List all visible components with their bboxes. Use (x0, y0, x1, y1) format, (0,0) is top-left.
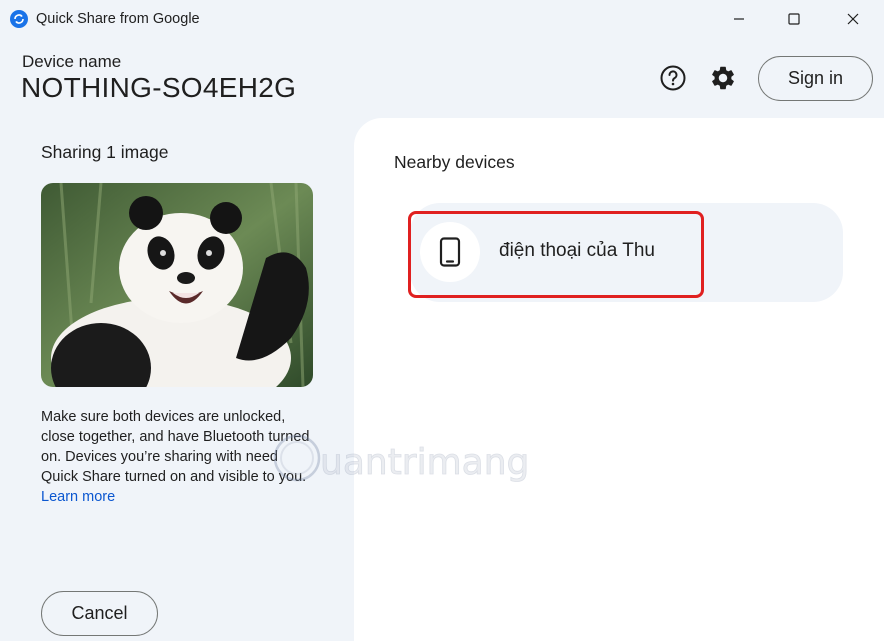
minimize-icon (733, 13, 745, 25)
cancel-button[interactable]: Cancel (41, 591, 158, 636)
device-name-value: NOTHING-SO4EH2G (21, 72, 296, 104)
nearby-devices-title: Nearby devices (394, 152, 515, 173)
device-name-label: Device name (22, 52, 121, 72)
panda-image (41, 183, 313, 387)
maximize-button[interactable] (769, 0, 819, 38)
gear-icon (709, 64, 737, 92)
title-bar: Quick Share from Google (0, 0, 884, 38)
sign-in-button[interactable]: Sign in (758, 56, 873, 101)
close-icon (847, 13, 859, 25)
help-icon (659, 64, 687, 92)
window-title: Quick Share from Google (36, 11, 200, 27)
maximize-icon (788, 13, 800, 25)
info-text: Make sure both devices are unlocked, clo… (41, 407, 316, 507)
info-text-body: Make sure both devices are unlocked, clo… (41, 409, 309, 485)
close-button[interactable] (828, 0, 878, 38)
minimize-button[interactable] (714, 0, 764, 38)
settings-button[interactable] (705, 60, 741, 96)
highlight-box (408, 211, 704, 298)
sharing-title: Sharing 1 image (41, 142, 168, 163)
quick-share-icon (10, 10, 28, 28)
nearby-devices-panel: Nearby devices điện thoại của Thu (354, 118, 884, 641)
help-button[interactable] (655, 60, 691, 96)
learn-more-link[interactable]: Learn more (41, 489, 115, 505)
image-preview (41, 183, 313, 387)
